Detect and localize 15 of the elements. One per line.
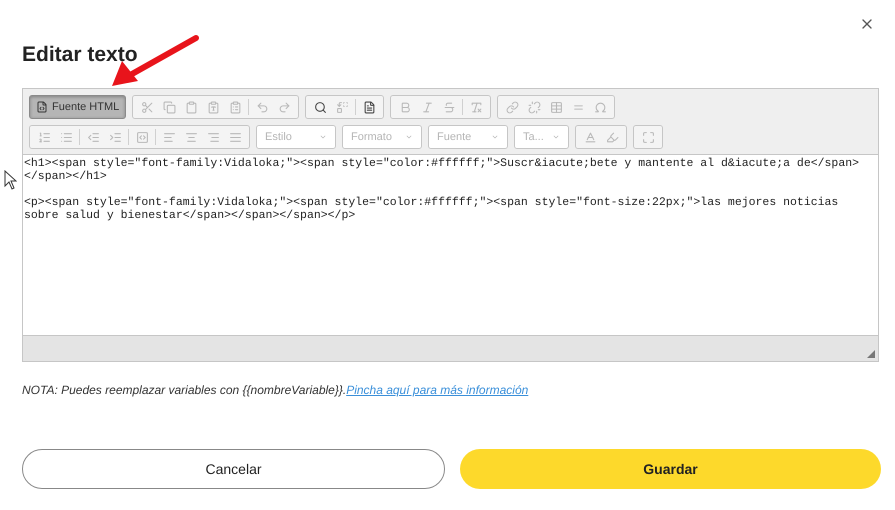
caret-icon xyxy=(319,133,327,141)
resize-grip-icon[interactable] xyxy=(867,350,875,358)
dialog-title: Editar texto xyxy=(22,42,139,68)
caret-icon xyxy=(552,133,560,141)
cancel-button[interactable]: Cancelar xyxy=(22,449,445,489)
info-link[interactable]: Pincha aquí para más información xyxy=(346,383,528,397)
source-button[interactable]: Fuente HTML xyxy=(29,95,126,119)
code-file-icon xyxy=(36,101,48,113)
save-button[interactable]: Guardar xyxy=(460,449,881,489)
caret-icon xyxy=(405,133,413,141)
caret-icon xyxy=(491,133,499,141)
note-text: NOTA: Puedes reemplazar variables con {{nombreVariable}}.Pincha aquí para más información xyxy=(22,382,530,399)
code-line: <p><span style="font-family:Vidaloka;"><span style="color:#ffffff;"><span style="font-size:22px;">las mejores noticias sobre salud y bienestar</span></span></span></p> xyxy=(24,196,840,222)
mouse-pointer-icon xyxy=(4,170,17,190)
code-line: <h1><span style="font-family:Vidaloka;"><span style="color:#ffffff;">Suscr&iacute;bete y mantente al d&iacute;a de</span></span></h1> xyxy=(24,157,860,183)
